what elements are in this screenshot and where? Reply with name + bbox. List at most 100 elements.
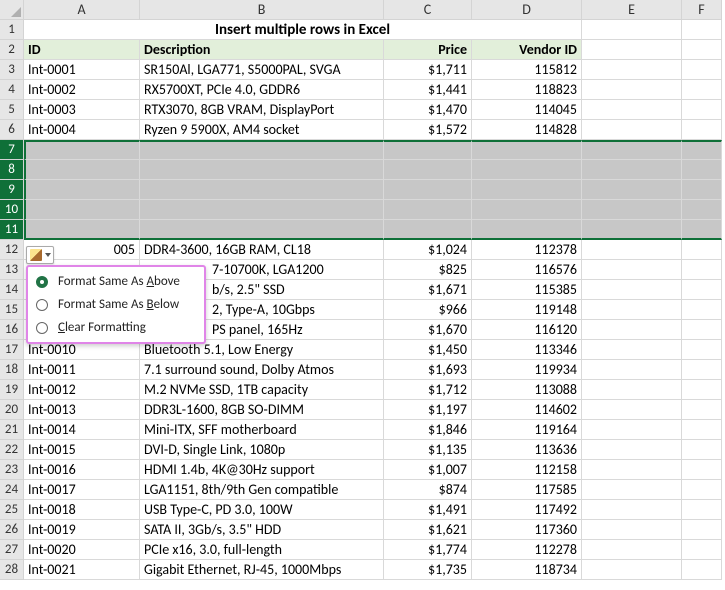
cell-selected[interactable] [582, 220, 682, 240]
cell[interactable] [682, 120, 722, 140]
cell[interactable] [682, 340, 722, 360]
cell[interactable] [682, 480, 722, 500]
cell-vendor[interactable]: 112278 [472, 540, 582, 560]
menu-item-clear-formatting[interactable]: Clear Formatting [28, 316, 204, 339]
cell-price[interactable]: $1,135 [384, 440, 472, 460]
cell[interactable] [582, 100, 682, 120]
row-header-17[interactable]: 17 [0, 340, 24, 360]
row-header-12[interactable]: 12 [0, 240, 24, 260]
cell-price[interactable]: $1,007 [384, 460, 472, 480]
cell[interactable] [582, 120, 682, 140]
cell-id[interactable]: Int-0019 [24, 520, 140, 540]
cell-desc[interactable]: DDR3L-1600, 8GB SO-DIMM [140, 400, 384, 420]
cell-selected[interactable] [24, 180, 140, 200]
row-header-21[interactable]: 21 [0, 420, 24, 440]
cell[interactable] [582, 520, 682, 540]
cell[interactable] [582, 60, 682, 80]
row-header-13[interactable]: 13 [0, 260, 24, 280]
cell-vendor[interactable]: 117360 [472, 520, 582, 540]
cell-vendor[interactable]: 117492 [472, 500, 582, 520]
select-all-corner[interactable] [0, 0, 24, 20]
cell-desc[interactable]: LGA1151, 8th/9th Gen compatible [140, 480, 384, 500]
cell-desc[interactable]: USB Type-C, PD 3.0, 100W [140, 500, 384, 520]
cell-desc[interactable]: RX5700XT, PCIe 4.0, GDDR6 [140, 80, 384, 100]
cell[interactable] [682, 260, 722, 280]
cell-id[interactable]: Int-0002 [24, 80, 140, 100]
cell-desc[interactable]: 7.1 surround sound, Dolby Atmos [140, 360, 384, 380]
cell-price[interactable]: $1,774 [384, 540, 472, 560]
cell-price[interactable]: $1,441 [384, 80, 472, 100]
cell-desc[interactable]: DDR4-3600, 16GB RAM, CL18 [140, 240, 384, 260]
cell-vendor[interactable]: 115812 [472, 60, 582, 80]
cell-desc[interactable]: SATA II, 3Gb/s, 3.5" HDD [140, 520, 384, 540]
cell-selected[interactable] [472, 160, 582, 180]
cell-price[interactable]: $1,735 [384, 560, 472, 580]
cell-id[interactable]: Int-0016 [24, 460, 140, 480]
cell-id[interactable]: Int-0012 [24, 380, 140, 400]
cell[interactable] [682, 80, 722, 100]
insert-options-smart-tag[interactable] [26, 246, 54, 264]
cell-selected[interactable] [140, 200, 384, 220]
cell[interactable] [582, 20, 682, 40]
row-header-5[interactable]: 5 [0, 100, 24, 120]
cell-price[interactable]: $1,572 [384, 120, 472, 140]
row-header-16[interactable]: 16 [0, 320, 24, 340]
cell-selected[interactable] [582, 180, 682, 200]
cell-selected[interactable] [140, 220, 384, 240]
header-description[interactable]: Description [140, 40, 384, 60]
cell-desc[interactable]: M.2 NVMe SSD, 1TB capacity [140, 380, 384, 400]
cell-desc[interactable]: SR150Al, LGA771, S5000PAL, SVGA [140, 60, 384, 80]
cell-vendor[interactable]: 119164 [472, 420, 582, 440]
cell[interactable] [682, 280, 722, 300]
cell-id[interactable]: Int-0017 [24, 480, 140, 500]
row-header-15[interactable]: 15 [0, 300, 24, 320]
header-price[interactable]: Price [384, 40, 472, 60]
cell-desc[interactable]: Ryzen 9 5900X, AM4 socket [140, 120, 384, 140]
cell-price[interactable]: $1,470 [384, 100, 472, 120]
cell-id[interactable]: Int-0018 [24, 500, 140, 520]
cell[interactable] [582, 340, 682, 360]
cell-vendor[interactable]: 117585 [472, 480, 582, 500]
cell[interactable] [582, 420, 682, 440]
cell[interactable] [682, 520, 722, 540]
cell-vendor[interactable]: 112378 [472, 240, 582, 260]
row-header-20[interactable]: 20 [0, 400, 24, 420]
cell[interactable] [582, 80, 682, 100]
cell-selected[interactable] [140, 140, 384, 160]
cell-selected[interactable] [24, 160, 140, 180]
cell-price[interactable]: $1,450 [384, 340, 472, 360]
cell-selected[interactable] [472, 220, 582, 240]
cell-price[interactable]: $825 [384, 260, 472, 280]
row-header-4[interactable]: 4 [0, 80, 24, 100]
row-header-18[interactable]: 18 [0, 360, 24, 380]
cell[interactable] [582, 500, 682, 520]
cell-id[interactable]: Int-0020 [24, 540, 140, 560]
row-header-8[interactable]: 8 [0, 160, 24, 180]
cell-selected[interactable] [682, 180, 722, 200]
cell[interactable] [682, 440, 722, 460]
cell-selected[interactable] [384, 200, 472, 220]
cell[interactable] [582, 480, 682, 500]
cell-price[interactable]: $1,846 [384, 420, 472, 440]
row-header-3[interactable]: 3 [0, 60, 24, 80]
cell[interactable] [682, 300, 722, 320]
cell[interactable] [582, 400, 682, 420]
cell[interactable] [682, 560, 722, 580]
cell[interactable] [682, 20, 722, 40]
row-header-26[interactable]: 26 [0, 520, 24, 540]
cell-selected[interactable] [682, 220, 722, 240]
cell-price[interactable]: $1,670 [384, 320, 472, 340]
cell-price[interactable]: $1,693 [384, 360, 472, 380]
col-header-F[interactable]: F [682, 0, 722, 20]
cell-selected[interactable] [24, 140, 140, 160]
cell-selected[interactable] [472, 200, 582, 220]
cell[interactable] [682, 40, 722, 60]
cell-desc[interactable]: HDMI 1.4b, 4K@30Hz support [140, 460, 384, 480]
header-vendor[interactable]: Vendor ID [472, 40, 582, 60]
cell-selected[interactable] [24, 200, 140, 220]
cell-price[interactable]: $1,491 [384, 500, 472, 520]
cell[interactable] [582, 560, 682, 580]
cell-price[interactable]: $874 [384, 480, 472, 500]
row-header-27[interactable]: 27 [0, 540, 24, 560]
cell[interactable] [682, 460, 722, 480]
